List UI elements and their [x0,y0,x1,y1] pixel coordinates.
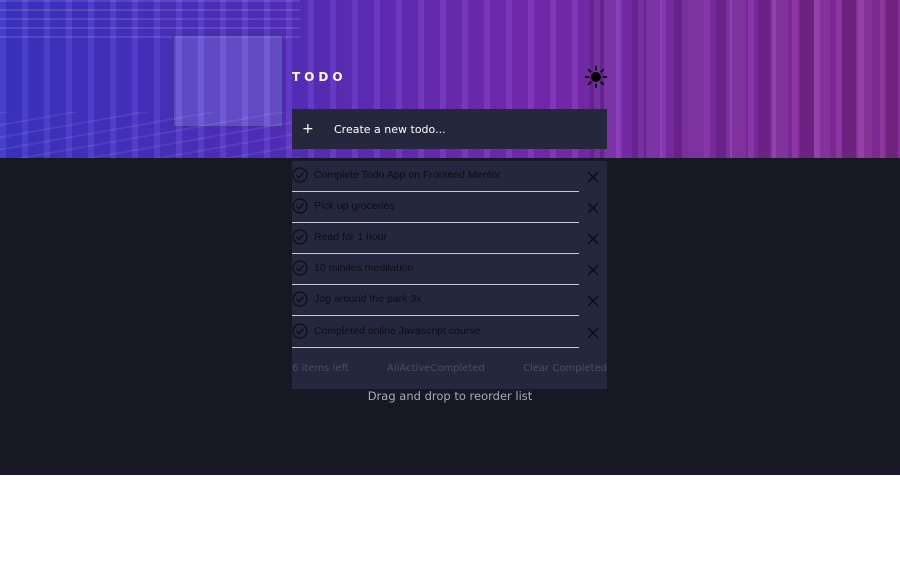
todo-text: Read for 1 hour [314,231,387,243]
check-circle-icon[interactable] [292,260,308,276]
todo-item[interactable]: Jog around the park 3x [292,285,607,316]
close-icon[interactable] [585,293,601,309]
page-title: TODO [292,70,347,84]
todo-app: TODO + Create a new todo... Complete Tod… [0,0,900,475]
todo-item[interactable]: Completed online Javascript course [292,317,607,348]
clear-completed-button[interactable]: Clear Completed [523,363,607,374]
plus-icon[interactable]: + [302,121,332,137]
todo-list: Complete Todo App on Frontend Mentor Pic… [292,161,607,389]
close-icon[interactable] [585,200,601,216]
filter-active[interactable]: Active [399,363,430,374]
check-circle-icon[interactable] [292,323,308,339]
header-row: TODO [292,66,607,92]
close-icon[interactable] [585,231,601,247]
check-circle-icon[interactable] [292,229,308,245]
todo-text: Pick up groceries [314,200,395,212]
todo-text: Completed online Javascript course [314,325,481,337]
new-todo-bar: + [292,109,607,149]
divider [292,315,579,316]
drag-hint: Drag and drop to reorder list [367,389,533,403]
check-circle-icon[interactable] [292,291,308,307]
filter-group: AllActiveCompleted [387,363,485,374]
check-circle-icon[interactable] [292,167,308,183]
close-icon[interactable] [585,262,601,278]
close-icon[interactable] [585,169,601,185]
close-icon[interactable] [585,325,601,341]
todo-text: Jog around the park 3x [314,293,422,305]
todo-text: Complete Todo App on Frontend Mentor [314,169,501,181]
todo-item[interactable]: Complete Todo App on Frontend Mentor [292,161,607,192]
filter-all[interactable]: All [387,363,399,374]
todo-item[interactable]: Pick up groceries [292,192,607,223]
divider [292,347,579,348]
check-circle-icon[interactable] [292,198,308,214]
sun-icon[interactable] [585,66,607,88]
todo-item[interactable]: Read for 1 hour [292,223,607,254]
items-left-count: 6 items left [292,363,349,374]
new-todo-input[interactable] [332,121,586,137]
list-footer: 6 items left AllActiveCompleted Clear Co… [292,361,607,377]
todo-item[interactable]: 10 minites meditation [292,254,607,285]
filter-completed[interactable]: Completed [430,363,485,374]
todo-text: 10 minites meditation [314,262,414,274]
